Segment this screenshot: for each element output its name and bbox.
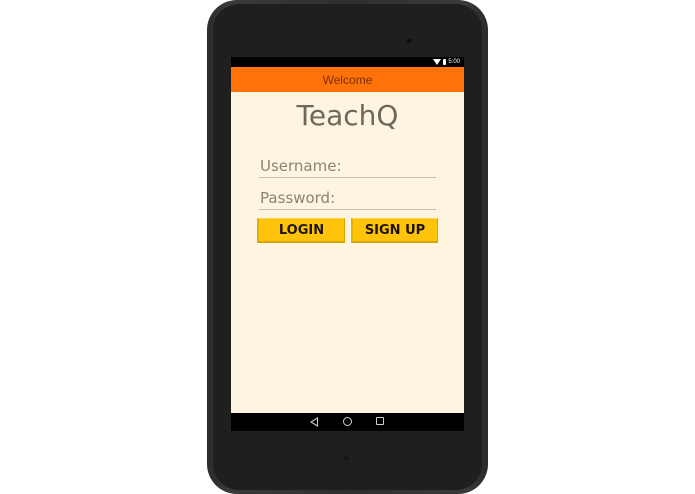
app-title: TeachQ <box>296 99 399 132</box>
status-time: 5:00 <box>448 59 460 65</box>
password-placeholder: Password: <box>260 189 336 207</box>
wifi-icon <box>433 59 442 65</box>
signup-button[interactable]: SIGN UP <box>351 218 438 243</box>
status-bar: 5:00 <box>231 57 464 67</box>
recent-apps-icon[interactable] <box>376 417 384 425</box>
navigation-bar <box>231 413 464 431</box>
action-bar-title: Welcome <box>322 72 373 87</box>
login-button[interactable]: LOGIN <box>257 218 345 243</box>
status-icons: 5:00 <box>433 58 460 66</box>
password-field[interactable]: Password: <box>259 188 436 210</box>
front-camera <box>405 37 413 45</box>
back-icon[interactable] <box>310 417 318 427</box>
notification-led <box>344 456 349 461</box>
username-field[interactable]: Username: <box>259 156 436 178</box>
username-placeholder: Username: <box>260 157 342 175</box>
app-screen: 5:00 Welcome TeachQ Username: Password: … <box>231 57 464 431</box>
action-bar: Welcome <box>231 67 464 92</box>
home-icon[interactable] <box>343 417 352 426</box>
battery-icon <box>443 59 447 65</box>
